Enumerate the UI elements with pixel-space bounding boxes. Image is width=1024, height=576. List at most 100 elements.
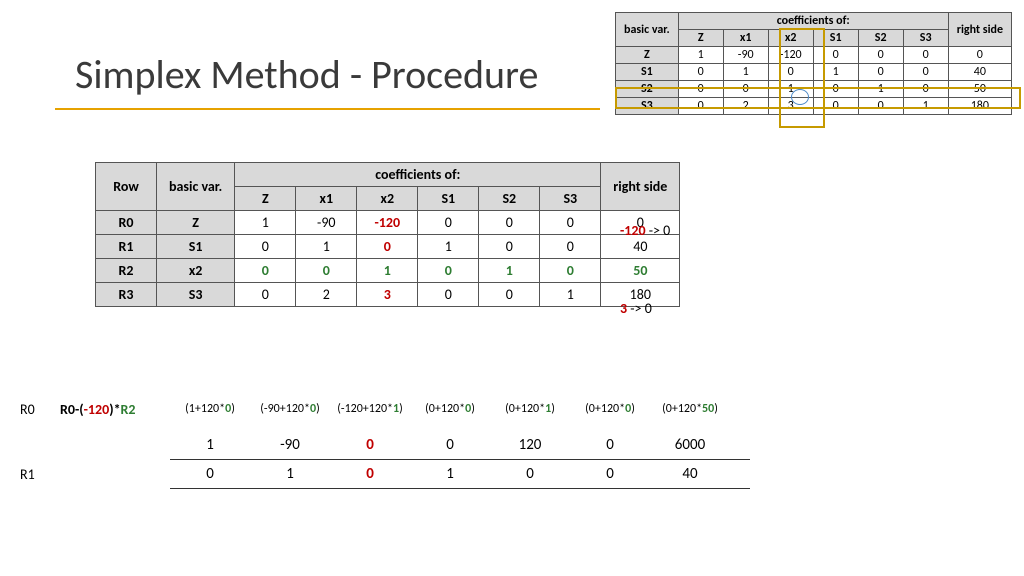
- cell: S3: [616, 98, 679, 115]
- cell: 0: [357, 235, 418, 259]
- initial-tableau: basic var. coefficients of: right side Z…: [615, 12, 1012, 115]
- cell: 0: [768, 64, 813, 81]
- cell: 50: [601, 259, 680, 283]
- cell: 180: [948, 98, 1011, 115]
- val: 1: [250, 465, 330, 483]
- cell: 40: [948, 64, 1011, 81]
- cell: 0: [678, 64, 723, 81]
- cell: 0: [858, 64, 903, 81]
- divider: [170, 488, 750, 489]
- table-row: S1 010100 40: [616, 64, 1012, 81]
- op-label: R0: [20, 401, 60, 418]
- cell: x2: [157, 259, 235, 283]
- cell: R2: [96, 259, 157, 283]
- table-row: R0 Z 1 -90 -120 0 0 0 0: [96, 211, 680, 235]
- cell: 0: [813, 81, 858, 98]
- col-h: x2: [768, 30, 813, 47]
- table-row: R1 S1 0 1 0 1 0 0 40: [96, 235, 680, 259]
- cell: 0: [858, 47, 903, 64]
- col-h: Z: [235, 187, 296, 211]
- expr: (1+120*0): [170, 402, 250, 416]
- val: 0: [330, 436, 410, 454]
- cell: 0: [948, 47, 1011, 64]
- cell: 1: [768, 81, 813, 98]
- cell: 0: [418, 283, 479, 307]
- op-label: R1: [20, 466, 60, 483]
- cell: 1: [357, 259, 418, 283]
- table-row: S3 023001 180: [616, 98, 1012, 115]
- cell: S1: [157, 235, 235, 259]
- cell: 0: [678, 81, 723, 98]
- working-tableau: Row basic var. coefficients of: right si…: [95, 162, 680, 307]
- cell: 0: [723, 81, 768, 98]
- note-r0: -120 -> 0: [620, 222, 670, 239]
- cell: 0: [418, 259, 479, 283]
- cell: 0: [903, 47, 948, 64]
- cell: 0: [479, 235, 540, 259]
- col-h: S1: [813, 30, 858, 47]
- note-r3: 3 -> 0: [620, 300, 652, 317]
- cell: 0: [813, 47, 858, 64]
- expr: (0+120*0): [410, 402, 490, 416]
- col-basic-var: basic var.: [157, 163, 235, 211]
- val: 0: [570, 436, 650, 454]
- col-h: S2: [858, 30, 903, 47]
- cell: R3: [96, 283, 157, 307]
- op-formula: R0-(-120)*R2: [60, 401, 170, 418]
- table-row: R2 x2 0 0 1 0 1 0 50: [96, 259, 680, 283]
- cell: 0: [813, 98, 858, 115]
- col-h: x1: [723, 30, 768, 47]
- col-h: S1: [418, 187, 479, 211]
- col-h: S2: [479, 187, 540, 211]
- cell: 0: [903, 81, 948, 98]
- cell: Z: [157, 211, 235, 235]
- cell: 2: [723, 98, 768, 115]
- cell: 0: [540, 211, 601, 235]
- cell: 0: [479, 211, 540, 235]
- cell: 1: [723, 64, 768, 81]
- cell: Z: [616, 47, 679, 64]
- val: 0: [570, 465, 650, 483]
- col-h: Z: [678, 30, 723, 47]
- val: 0: [410, 436, 490, 454]
- cell: 1: [678, 47, 723, 64]
- cell: 0: [235, 235, 296, 259]
- cell: 0: [296, 259, 357, 283]
- table-row: R3 S3 0 2 3 0 0 1 180: [96, 283, 680, 307]
- col-coefficients: coefficients of:: [235, 163, 601, 187]
- expr: (0+120*1): [490, 402, 570, 416]
- table-row: Z 1 -90 -120 0 0 0 0: [616, 47, 1012, 64]
- cell: 1: [540, 283, 601, 307]
- cell: R1: [96, 235, 157, 259]
- cell: 1: [418, 235, 479, 259]
- col-row: Row: [96, 163, 157, 211]
- cell: 0: [903, 64, 948, 81]
- val: 0: [330, 465, 410, 483]
- col-coefficients: coefficients of:: [678, 13, 948, 30]
- col-right-side: right side: [601, 163, 680, 211]
- cell: 1: [903, 98, 948, 115]
- page-title: Simplex Method - Procedure: [75, 50, 538, 99]
- cell: 0: [540, 235, 601, 259]
- val: 0: [170, 465, 250, 483]
- cell: -120: [768, 47, 813, 64]
- cell: 0: [479, 283, 540, 307]
- expr: (-90+120*0): [250, 402, 330, 416]
- cell: 0: [235, 283, 296, 307]
- cell: 0: [235, 259, 296, 283]
- val: 0: [490, 465, 570, 483]
- cell: 0: [540, 259, 601, 283]
- cell: S1: [616, 64, 679, 81]
- table-row: S2 001010 50: [616, 81, 1012, 98]
- row-operations: R0 R0-(-120)*R2 (1+120*0) (-90+120*0) (-…: [20, 395, 750, 489]
- cell: -90: [296, 211, 357, 235]
- col-h: x2: [357, 187, 418, 211]
- cell: 0: [858, 98, 903, 115]
- cell: 3: [357, 283, 418, 307]
- cell: 0: [678, 98, 723, 115]
- col-h: S3: [540, 187, 601, 211]
- cell: 2: [296, 283, 357, 307]
- val: 6000: [650, 436, 730, 454]
- cell: 1: [479, 259, 540, 283]
- cell: S2: [616, 81, 679, 98]
